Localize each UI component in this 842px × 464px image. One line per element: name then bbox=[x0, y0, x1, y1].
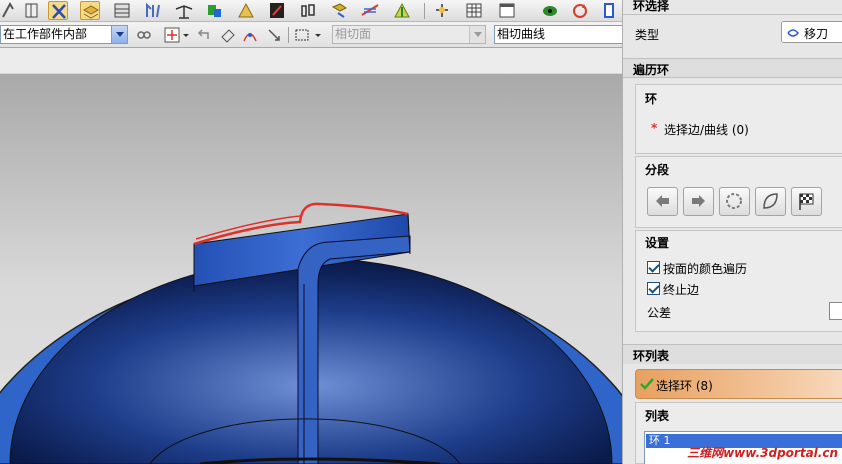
curve-rule-combo[interactable]: 相切曲线 bbox=[494, 25, 624, 44]
type-value: 移刀 bbox=[804, 27, 829, 41]
select-loop-label: 选择环 (8) bbox=[656, 379, 713, 393]
table-icon[interactable] bbox=[112, 1, 132, 20]
loop-list-title: 环列表 bbox=[633, 349, 670, 363]
segment-title: 分段 bbox=[645, 163, 670, 177]
face-rule-combo[interactable]: 相切面 bbox=[332, 25, 486, 44]
edge-select-icon[interactable] bbox=[267, 1, 287, 20]
finish-flag-icon[interactable] bbox=[791, 187, 822, 216]
section-title-loop-select: 环选择 bbox=[633, 0, 670, 13]
cut-tool-icon[interactable] bbox=[48, 1, 68, 20]
fit-icon[interactable] bbox=[22, 1, 42, 20]
book-icon[interactable] bbox=[600, 1, 620, 20]
type-label: 类型 bbox=[635, 28, 660, 42]
curve-icon[interactable] bbox=[242, 27, 258, 43]
loop-list-header[interactable]: 环列表 bbox=[623, 344, 842, 364]
undo-icon[interactable] bbox=[196, 27, 212, 43]
snap-icon[interactable] bbox=[174, 1, 194, 20]
plane-icon[interactable] bbox=[360, 1, 380, 20]
watermark-text: 三维网www.3dportal.cn bbox=[687, 446, 838, 460]
face-select-icon[interactable] bbox=[298, 1, 318, 20]
point-icon[interactable] bbox=[392, 1, 412, 20]
chevron-down-icon[interactable] bbox=[469, 26, 485, 43]
arrow-move-icon[interactable] bbox=[266, 27, 282, 43]
select-icon[interactable] bbox=[236, 1, 256, 20]
scope-combo-value: 在工作部件内部 bbox=[3, 27, 88, 41]
required-star: * bbox=[651, 121, 658, 135]
selection-bar: 在工作部件内部 相切面 相切曲线 bbox=[0, 22, 624, 48]
move-icon[interactable] bbox=[432, 1, 452, 20]
watermark: 三维网www.3dportal.cn bbox=[622, 439, 842, 464]
loop-group: 环 * 选择边/曲线 (0) bbox=[635, 84, 842, 154]
settings-title: 设置 bbox=[645, 236, 670, 250]
color-icon[interactable] bbox=[204, 1, 224, 20]
select-loop-row[interactable]: 选择环 (8) bbox=[635, 369, 842, 399]
part-model[interactable] bbox=[0, 74, 622, 464]
tolerance-input[interactable] bbox=[829, 302, 842, 320]
ruler-strip bbox=[0, 48, 622, 74]
link-icon[interactable] bbox=[136, 27, 152, 43]
stop-edge-checkbox[interactable] bbox=[647, 282, 660, 295]
traverse-header[interactable]: 遍历环 bbox=[623, 58, 842, 78]
next-segment-icon[interactable] bbox=[683, 187, 714, 216]
chevron-down-icon[interactable] bbox=[111, 26, 127, 43]
scale-icon[interactable] bbox=[143, 1, 163, 20]
filter-icon[interactable] bbox=[330, 1, 350, 20]
main-toolbar bbox=[0, 0, 622, 22]
point-snap-icon[interactable] bbox=[164, 27, 180, 43]
loop-group-title: 环 bbox=[645, 92, 658, 106]
info-icon[interactable] bbox=[540, 1, 560, 20]
grid-icon[interactable] bbox=[464, 1, 484, 20]
tolerance-label: 公差 bbox=[647, 306, 672, 320]
scope-combo[interactable]: 在工作部件内部 bbox=[0, 25, 128, 44]
face-color-checkbox[interactable] bbox=[647, 261, 660, 274]
layer-icon[interactable] bbox=[80, 1, 100, 20]
cycle-segment-icon[interactable] bbox=[719, 187, 750, 216]
refresh-icon[interactable] bbox=[570, 1, 590, 20]
traverse-title: 遍历环 bbox=[633, 63, 670, 77]
window-icon[interactable] bbox=[497, 1, 517, 20]
graphics-viewport[interactable] bbox=[0, 74, 622, 464]
curve-rule-value: 相切曲线 bbox=[497, 27, 546, 41]
prev-segment-icon[interactable] bbox=[647, 187, 678, 216]
face-color-label: 按面的颜色遍历 bbox=[663, 262, 748, 276]
rectangle-select-icon[interactable] bbox=[294, 27, 310, 43]
type-select[interactable]: 移刀 bbox=[781, 21, 842, 43]
chevron-down-icon[interactable] bbox=[314, 27, 322, 43]
check-icon bbox=[640, 378, 654, 390]
eraser-icon[interactable] bbox=[220, 27, 236, 43]
select-edge-curve[interactable]: 选择边/曲线 (0) bbox=[664, 121, 749, 138]
stop-edge-label: 终止边 bbox=[663, 283, 700, 297]
chevron-down-icon[interactable] bbox=[182, 27, 190, 43]
rotate-view-icon[interactable] bbox=[0, 1, 20, 20]
loop-dialog-panel: 环选择 类型 移刀 遍历环 环 * 选择边/曲线 (0) 分段 设置 按面的颜色… bbox=[622, 0, 842, 464]
move-tool-icon bbox=[787, 29, 799, 37]
list-title: 列表 bbox=[645, 409, 670, 423]
close-segment-icon[interactable] bbox=[755, 187, 786, 216]
face-rule-value: 相切面 bbox=[335, 27, 372, 41]
